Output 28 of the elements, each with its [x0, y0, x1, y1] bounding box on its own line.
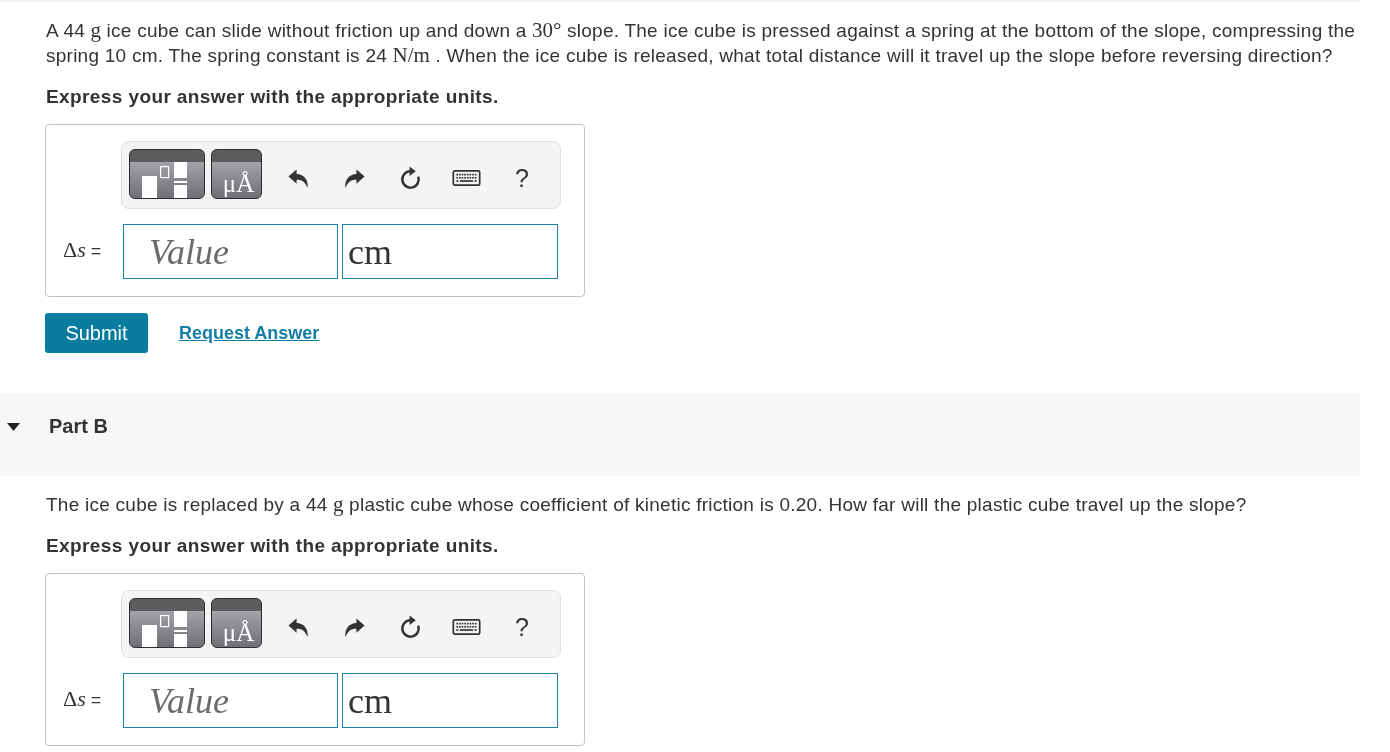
unit-input[interactable]: cm [342, 673, 558, 728]
templates-button[interactable] [129, 149, 205, 199]
submit-button[interactable]: Submit [45, 313, 148, 353]
instruction-text: Express your answer with the appropriate units. [46, 85, 500, 109]
help-button[interactable]: ? [506, 611, 538, 643]
units-button[interactable]: μÅ [211, 149, 262, 199]
help-button[interactable]: ? [506, 162, 538, 194]
keyboard-icon [451, 619, 481, 635]
keyboard-icon [451, 170, 481, 186]
undo-icon [286, 166, 310, 190]
part-title: Part B [49, 414, 108, 439]
question-text: The ice cube is replaced by a 44 g plastic cube whose coefficient of kinetic friction is 0.20. How far will the plastic cube travel up the slope? [46, 492, 1248, 517]
variable-label: Δs = [62, 688, 103, 713]
instruction-text: Express your answer with the appropriate units. [46, 534, 500, 558]
request-answer-link[interactable]: Request Answer [179, 322, 320, 344]
variable-label: Δs = [62, 239, 103, 264]
template-icon [142, 611, 187, 647]
units-button[interactable]: μÅ [211, 598, 262, 648]
redo-icon [342, 166, 366, 190]
templates-button[interactable] [129, 598, 205, 648]
value-input[interactable]: Value [123, 673, 338, 728]
template-icon [142, 162, 187, 198]
value-input[interactable]: Value [123, 224, 338, 279]
redo-icon [342, 615, 366, 639]
unit-input[interactable]: cm [342, 224, 558, 279]
question-text: A 44 g ice cube can slide without friction up and down a 30° slope. The ice cube is pressed against a spring at the bottom of the slope, compressing the spring 10 cm. The spring constant is 24 N/m . When the ice cube is released, what total distance will it travel up the slope before reversing direction? [46, 18, 1357, 68]
undo-icon [286, 615, 310, 639]
part-header[interactable]: Part B [0, 393, 1360, 476]
